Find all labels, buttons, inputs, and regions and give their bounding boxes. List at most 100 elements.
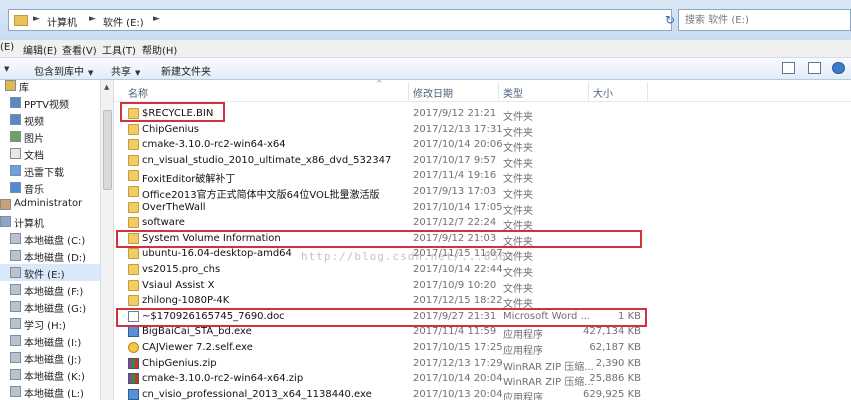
column-date[interactable]: 修改日期 [413, 85, 453, 100]
nav-item[interactable]: 本地磁盘 (L:) [0, 383, 100, 400]
column-type[interactable]: 类型 [503, 85, 523, 100]
menu-tools[interactable]: 工具(T) [102, 42, 136, 57]
address-field[interactable]: ► 计算机 ► 软件 (E:) ► ↻ [8, 9, 675, 31]
nav-item[interactable]: 本地磁盘 (K:) [0, 366, 100, 383]
nav-item[interactable]: PPTV视频 [0, 94, 100, 111]
file-row[interactable]: Office2013官方正式简体中文版64位VOL批量激活版 2017/9/13 … [114, 184, 851, 201]
nav-item[interactable]: 本地磁盘 (C:) [0, 230, 100, 247]
crumb-separator[interactable]: ► [153, 14, 160, 24]
file-row[interactable]: ~$170926165745_7690.doc 2017/9/27 21:31 Mi… [114, 309, 851, 325]
file-date: 2017/9/13 17:03 [413, 186, 497, 197]
nav-item-label: 本地磁盘 (D:) [24, 253, 87, 264]
video-icon [10, 114, 21, 125]
nav-item[interactable]: 本地磁盘 (D:) [0, 247, 100, 264]
file-row[interactable]: FoxitEditor破解补丁 2017/11/4 19:16 文件夹 [114, 168, 851, 185]
column-name[interactable]: 名称 [128, 85, 148, 100]
nav-item-label: 本地磁盘 (F:) [24, 287, 84, 298]
file-name: cmake-3.10.0-rc2-win64-x64.zip [142, 373, 304, 385]
file-date: 2017/10/14 20:06 [413, 139, 503, 151]
file-type: Microsoft Word ... [503, 310, 591, 322]
file-row[interactable]: cn_visio_professional_2013_x64_1138440.e… [114, 387, 851, 400]
nav-item[interactable]: 本地磁盘 (G:) [0, 298, 100, 315]
file-row[interactable]: cn_visual_studio_2010_ultimate_x86_dvd_5… [114, 153, 851, 170]
scroll-up-icon[interactable]: ▲ [104, 83, 109, 91]
menu-help[interactable]: 帮助(H) [142, 42, 177, 57]
preview-pane-icon[interactable] [808, 62, 821, 74]
share-button[interactable]: 共享 ▼ [111, 63, 140, 78]
search-input[interactable] [685, 11, 835, 29]
drive-icon [10, 386, 21, 397]
drive-icon [10, 233, 21, 244]
folder-icon [128, 264, 139, 275]
column-divider[interactable] [408, 82, 409, 100]
drive-icon [10, 369, 21, 380]
file-row[interactable]: OverTheWall 2017/10/14 17:05 文件夹 [114, 200, 851, 217]
nav-item[interactable]: 图片 [0, 128, 100, 145]
folder-icon [128, 139, 139, 151]
view-options-icon[interactable] [782, 62, 795, 74]
file-name: BigBaiCai_STA_bd.exe [142, 326, 252, 338]
file-row[interactable]: ChipGenius 2017/12/13 17:31 文件夹 [114, 122, 851, 139]
nav-item[interactable]: Administrator [0, 196, 100, 213]
nav-item[interactable]: 本地磁盘 (F:) [0, 281, 100, 298]
nav-item[interactable]: 库 [0, 80, 100, 94]
file-row[interactable]: vs2015.pro_chs 2017/10/14 22:44 文件夹 [114, 262, 851, 279]
file-name: System Volume Information [142, 232, 281, 244]
scrollbar-thumb[interactable] [103, 110, 112, 190]
crumb-drive-e[interactable]: 软件 (E:) [103, 14, 144, 29]
crumb-separator[interactable]: ► [33, 14, 40, 24]
file-size: 427,134 KB [583, 326, 641, 338]
folder-icon [128, 123, 139, 135]
file-row[interactable]: System Volume Information 2017/9/12 21:03… [114, 231, 851, 248]
include-in-library-button[interactable]: 包含到库中 ▼ [34, 63, 93, 78]
file-row[interactable]: cmake-3.10.0-rc2-win64-x64.zip 2017/10/14… [114, 371, 851, 388]
crumb-computer[interactable]: 计算机 [47, 14, 77, 29]
command-toolbar: ▼ 包含到库中 ▼ 共享 ▼ 新建文件夹 [0, 58, 851, 80]
file-type: 应用程序 [503, 392, 543, 400]
document-icon [128, 310, 139, 322]
file-row[interactable]: zhilong-1080P-4K 2017/12/15 18:22 文件夹 [114, 293, 851, 310]
file-row[interactable]: BigBaiCai_STA_bd.exe 2017/11/4 11:59 应用程序 4… [114, 324, 851, 341]
nav-scrollbar[interactable]: ▲ [101, 80, 114, 400]
nav-item[interactable]: 软件 (E:) [0, 264, 100, 281]
file-row[interactable]: Vsiaul Assist X 2017/10/9 10:20 文件夹 [114, 278, 851, 295]
menu-file[interactable]: (E) [0, 42, 14, 53]
nav-item[interactable]: 本地磁盘 (J:) [0, 349, 100, 366]
file-name: ubuntu-16.04-desktop-amd64 [142, 248, 292, 260]
file-row[interactable]: $RECYCLE.BIN 2017/9/12 21:21 文件夹 [114, 106, 851, 123]
search-box[interactable] [678, 9, 851, 31]
column-size[interactable]: 大小 [593, 85, 613, 100]
crumb-separator[interactable]: ► [89, 14, 96, 24]
file-date: 2017/12/13 17:31 [413, 123, 503, 135]
organize-caret-icon[interactable]: ▼ [0, 63, 9, 74]
nav-item-label: 迅雷下载 [24, 168, 64, 179]
menu-view[interactable]: 查看(V) [62, 42, 97, 57]
file-row[interactable]: software 2017/12/7 22:24 文件夹 [114, 215, 851, 232]
column-header: ^ 名称 修改日期 类型 大小 [114, 79, 851, 102]
nav-item[interactable]: 文档 [0, 145, 100, 162]
file-date: 2017/11/4 11:59 [413, 326, 497, 338]
new-folder-button[interactable]: 新建文件夹 [161, 63, 211, 78]
nav-item-label: 计算机 [14, 219, 44, 230]
file-row[interactable]: ChipGenius.zip 2017/12/13 17:29 WinRAR ZIP… [114, 356, 851, 373]
nav-item[interactable]: 迅雷下载 [0, 162, 100, 179]
help-icon[interactable] [832, 62, 845, 74]
nav-item[interactable]: 视频 [0, 111, 100, 128]
column-divider[interactable] [498, 82, 499, 100]
file-name: Vsiaul Assist X [142, 279, 215, 291]
nav-item[interactable]: 计算机 [0, 213, 100, 230]
file-row[interactable]: cmake-3.10.0-rc2-win64-x64 2017/10/14 20:… [114, 137, 851, 154]
nav-item-label: 图片 [24, 134, 44, 145]
file-row[interactable]: CAJViewer 7.2.self.exe 2017/10/15 17:25 应用… [114, 340, 851, 357]
nav-item-label: 本地磁盘 (I:) [24, 338, 82, 349]
nav-item[interactable]: 本地磁盘 (I:) [0, 332, 100, 349]
nav-item-label: 音乐 [24, 185, 44, 196]
column-divider[interactable] [588, 82, 589, 100]
file-name: vs2015.pro_chs [142, 264, 221, 275]
column-divider[interactable] [647, 82, 648, 100]
app-icon [128, 326, 139, 338]
nav-item[interactable]: 音乐 [0, 179, 100, 196]
nav-item[interactable]: 学习 (H:) [0, 315, 100, 332]
menu-edit[interactable]: 编辑(E) [23, 42, 57, 57]
refresh-icon[interactable]: ↻ [661, 12, 679, 28]
